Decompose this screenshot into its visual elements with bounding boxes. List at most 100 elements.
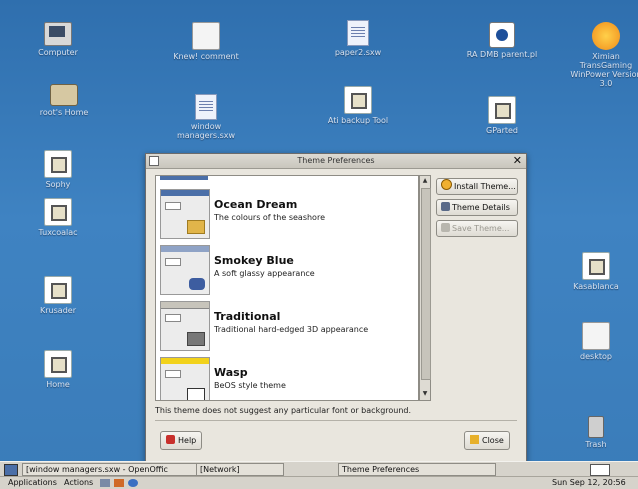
desktop-icon-label: paper2.sxw <box>334 48 382 57</box>
folder-icon <box>187 220 205 234</box>
desktop-icon-label: root's Home <box>39 108 89 117</box>
application-icon <box>582 252 610 280</box>
theme-preview-image <box>160 357 210 400</box>
theme-name: Wasp <box>214 366 248 379</box>
close-label: Close <box>482 436 504 445</box>
desktop-icon-window-managers[interactable]: window managers.sxw <box>166 94 246 140</box>
launcher-icon[interactable] <box>114 479 124 487</box>
theme-item-traditional[interactable]: Traditional Traditional hard-edged 3D ap… <box>156 298 418 354</box>
hand-cursor-icon <box>187 388 205 400</box>
folder-icon <box>50 84 78 106</box>
desktop-icon-gparted[interactable]: GParted <box>462 96 542 135</box>
document-icon <box>195 94 217 120</box>
theme-item-smokey-blue[interactable]: Smokey Blue A soft glassy appearance <box>156 242 418 298</box>
theme-preview-image <box>160 301 210 351</box>
desktop-icon-kasablanca[interactable]: Kasablanca <box>556 252 636 291</box>
launcher-icon[interactable] <box>128 479 138 487</box>
application-icon <box>488 96 516 124</box>
desktop-icon-tuxcoalac[interactable]: Tuxcoalac <box>18 198 98 237</box>
preview-button <box>165 202 181 210</box>
theme-preview-image <box>160 189 210 239</box>
scrollbar-thumb[interactable] <box>421 188 431 380</box>
close-x-icon <box>470 435 479 444</box>
document-icon <box>582 322 610 350</box>
help-button[interactable]: Help <box>160 431 203 450</box>
application-icon <box>44 198 72 226</box>
task-network[interactable]: [Network] <box>196 463 284 476</box>
tools-icon <box>441 202 450 211</box>
desktop-icon-label: Computer <box>38 48 78 57</box>
desktop-icon-paper[interactable]: paper2.sxw <box>318 20 398 57</box>
show-desktop-icon[interactable] <box>4 464 18 476</box>
help-label: Help <box>178 436 197 445</box>
desktop-icon-label: Trash <box>585 440 607 449</box>
actions-menu[interactable]: Actions <box>64 478 93 487</box>
desktop-icon-home-folder[interactable]: Home <box>18 350 98 389</box>
desktop-icon-label: Kasablanca <box>573 282 619 291</box>
task-theme-preferences[interactable]: Theme Preferences <box>338 463 496 476</box>
theme-description: Traditional hard-edged 3D appearance <box>214 325 369 334</box>
desktop-icon-trash[interactable]: Trash <box>556 416 636 449</box>
save-theme-button[interactable]: Save Theme... <box>436 220 518 237</box>
theme-list-scrollbar[interactable]: ▲ ▼ <box>419 175 431 401</box>
install-theme-button[interactable]: Install Theme... <box>436 178 518 195</box>
document-icon <box>347 20 369 46</box>
task-openoffice[interactable]: [window managers.sxw - OpenOffic <box>22 463 200 476</box>
desktop-icon-home[interactable]: root's Home <box>24 84 104 117</box>
help-icon <box>166 435 175 444</box>
preview-titlebar <box>161 302 209 309</box>
desktop-icon-desktop[interactable]: desktop <box>556 322 636 361</box>
close-button[interactable]: Close <box>464 431 510 450</box>
workspace-switcher[interactable] <box>590 464 610 476</box>
desktop-icon-perl[interactable]: RA DMB parent.pl <box>462 22 542 59</box>
theme-item-wasp[interactable]: Wasp BeOS style theme <box>156 354 418 400</box>
preview-titlebar <box>161 190 209 196</box>
application-icon <box>44 350 72 378</box>
launcher-icon[interactable] <box>100 479 110 487</box>
dialog-titlebar[interactable]: Theme Preferences ✕ <box>146 154 526 169</box>
desktop-icon-krusader[interactable]: Krusader <box>18 276 98 315</box>
theme-note: This theme does not suggest any particul… <box>155 406 412 415</box>
folder-icon <box>187 332 205 346</box>
trash-icon <box>588 416 604 438</box>
close-icon[interactable]: ✕ <box>513 154 522 167</box>
desktop-icon-ximian[interactable]: Ximian TransGaming WinPower Version 3.0 <box>566 22 638 88</box>
install-theme-label: Install Theme... <box>454 182 516 191</box>
theme-preferences-dialog: Theme Preferences ✕ Ocean Dream The colo… <box>145 153 527 463</box>
top-panel: Applications Actions Sun Sep 12, 20:56 <box>0 476 638 489</box>
applications-menu[interactable]: Applications <box>8 478 57 487</box>
preview-button <box>165 370 181 378</box>
desktop-icon-sophy[interactable]: Sophy <box>18 150 98 189</box>
theme-description: A soft glassy appearance <box>214 269 315 278</box>
scroll-up-icon[interactable]: ▲ <box>421 177 429 186</box>
desktop-icon-label: GParted <box>486 126 518 135</box>
application-icon <box>44 276 72 304</box>
theme-details-button[interactable]: Theme Details <box>436 199 518 216</box>
desktop-icon-label: Krusader <box>40 306 76 315</box>
clock[interactable]: Sun Sep 12, 20:56 <box>552 478 626 487</box>
desktop-icon-label: Ximian TransGaming WinPower Version 3.0 <box>570 52 638 88</box>
scroll-down-icon[interactable]: ▼ <box>421 390 429 399</box>
install-icon <box>441 179 452 190</box>
bird-icon <box>189 278 205 290</box>
desktop-icon-label: Ati backup Tool <box>327 116 389 125</box>
desktop-icon-backup[interactable]: Ati backup Tool <box>318 86 398 125</box>
desktop-icon-comment[interactable]: Knew! comment <box>166 22 246 61</box>
desktop-icon-label: desktop <box>580 352 612 361</box>
dialog-title: Theme Preferences <box>297 156 375 165</box>
save-theme-label: Save Theme... <box>452 224 510 233</box>
logo-icon <box>592 22 620 50</box>
preview-titlebar <box>161 246 209 252</box>
theme-description: The colours of the seashore <box>214 213 325 222</box>
save-icon <box>441 223 450 232</box>
theme-list[interactable]: Ocean Dream The colours of the seashore … <box>155 175 419 401</box>
previous-theme-preview <box>160 176 208 180</box>
application-icon <box>344 86 372 114</box>
desktop-icon-label: window managers.sxw <box>176 122 236 140</box>
theme-details-label: Theme Details <box>452 203 510 212</box>
theme-name: Smokey Blue <box>214 254 294 267</box>
desktop-icon-label: Tuxcoalac <box>38 228 78 237</box>
desktop-icon-computer[interactable]: Computer <box>18 22 98 57</box>
theme-item-ocean-dream[interactable]: Ocean Dream The colours of the seashore <box>156 186 418 242</box>
computer-icon <box>44 22 72 46</box>
